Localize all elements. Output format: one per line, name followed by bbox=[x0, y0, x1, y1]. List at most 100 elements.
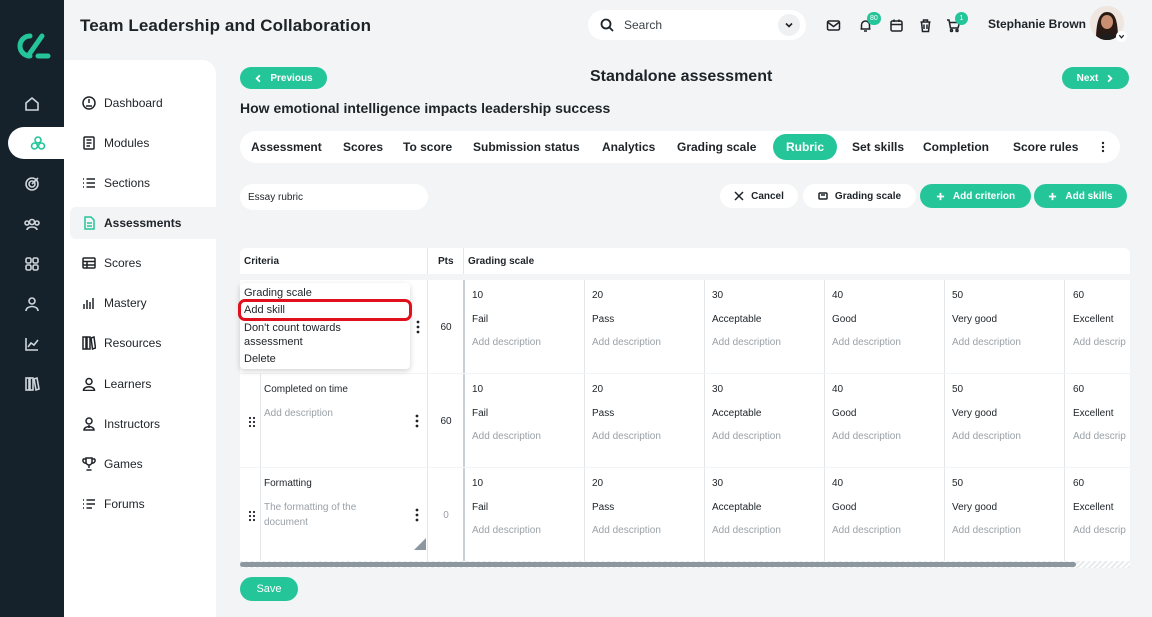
scale-description[interactable]: Add descrip bbox=[1073, 337, 1126, 348]
scale-cell[interactable]: 30 Acceptable Add description bbox=[704, 374, 824, 467]
search-box[interactable]: Search bbox=[588, 10, 806, 40]
cancel-button[interactable]: Cancel bbox=[720, 184, 798, 208]
rail-library-icon[interactable] bbox=[0, 368, 64, 400]
drag-handle-icon[interactable] bbox=[248, 416, 256, 428]
app-logo[interactable] bbox=[12, 30, 52, 62]
scale-cell[interactable]: 50 Very good Add description bbox=[944, 374, 1064, 467]
scale-description[interactable]: Add description bbox=[952, 431, 1021, 442]
rail-home-icon[interactable] bbox=[0, 88, 64, 120]
tab-analytics[interactable]: Analytics bbox=[602, 131, 655, 163]
scale-description[interactable]: Add description bbox=[712, 337, 781, 348]
rail-target-icon[interactable] bbox=[0, 168, 64, 200]
tab-grading-scale[interactable]: Grading scale bbox=[677, 131, 756, 163]
rubric-name-input[interactable] bbox=[240, 184, 428, 210]
criterion-points[interactable]: 60 bbox=[428, 322, 464, 333]
scale-description[interactable]: Add description bbox=[712, 431, 781, 442]
grading-scale-button[interactable]: Grading scale bbox=[803, 184, 916, 208]
criterion-name[interactable]: Formatting bbox=[264, 478, 312, 489]
horizontal-scrollbar[interactable] bbox=[240, 561, 1130, 568]
more-vertical-icon[interactable] bbox=[1095, 139, 1111, 155]
scrollbar-thumb[interactable] bbox=[240, 562, 1076, 567]
sidebar-item-forums[interactable]: Forums bbox=[70, 488, 216, 520]
scale-description[interactable]: Add description bbox=[832, 337, 901, 348]
calendar-icon[interactable] bbox=[889, 18, 904, 33]
sidebar-item-mastery[interactable]: Mastery bbox=[70, 287, 216, 319]
previous-button[interactable]: Previous bbox=[240, 67, 327, 89]
scale-cell[interactable]: 10 Fail Add description bbox=[464, 468, 584, 561]
tab-assessment[interactable]: Assessment bbox=[251, 131, 322, 163]
menu-item-dont-count[interactable]: Don't count towards assessment bbox=[244, 321, 394, 349]
scale-cell[interactable]: 50 Very good Add description bbox=[944, 468, 1064, 561]
add-skills-button[interactable]: Add skills bbox=[1034, 184, 1127, 208]
scale-description[interactable]: Add descrip bbox=[1073, 525, 1126, 536]
criterion-points[interactable]: 60 bbox=[428, 416, 464, 427]
scale-cell[interactable]: 20 Pass Add description bbox=[584, 468, 704, 561]
save-button[interactable]: Save bbox=[240, 577, 298, 601]
search-placeholder[interactable]: Search bbox=[624, 18, 662, 32]
scale-cell[interactable]: 50 Very good Add description bbox=[944, 280, 1064, 373]
scale-cell[interactable]: 10 Fail Add description bbox=[464, 374, 584, 467]
scale-cell[interactable]: 40 Good Add description bbox=[824, 468, 944, 561]
resize-handle-icon[interactable] bbox=[414, 538, 426, 550]
scale-cell[interactable]: 60 Excellent Add descrip bbox=[1065, 280, 1130, 373]
scale-description[interactable]: Add description bbox=[952, 525, 1021, 536]
tab-completion[interactable]: Completion bbox=[923, 131, 989, 163]
chevron-down-icon[interactable] bbox=[1116, 31, 1127, 42]
sidebar-item-dashboard[interactable]: Dashboard bbox=[70, 87, 216, 119]
criterion-description[interactable]: Add description bbox=[264, 406, 384, 421]
scale-cell[interactable]: 40 Good Add description bbox=[824, 374, 944, 467]
scale-description[interactable]: Add description bbox=[472, 431, 541, 442]
trash-icon[interactable] bbox=[918, 18, 933, 33]
sidebar-item-scores[interactable]: Scores bbox=[70, 247, 216, 279]
rail-analytics-icon[interactable] bbox=[0, 328, 64, 360]
scale-cell[interactable]: 30 Acceptable Add description bbox=[704, 468, 824, 561]
mail-icon[interactable] bbox=[826, 18, 841, 33]
scale-description[interactable]: Add description bbox=[832, 431, 901, 442]
tab-submission-status[interactable]: Submission status bbox=[473, 131, 580, 163]
tab-to-score[interactable]: To score bbox=[403, 131, 452, 163]
rail-profile-icon[interactable] bbox=[0, 288, 64, 320]
scale-cell[interactable]: 10 Fail Add description bbox=[464, 280, 584, 373]
scale-description[interactable]: Add descrip bbox=[1073, 431, 1126, 442]
more-vertical-icon[interactable] bbox=[415, 320, 421, 334]
tab-score-rules[interactable]: Score rules bbox=[1013, 131, 1078, 163]
tab-rubric[interactable]: Rubric bbox=[773, 134, 838, 160]
sidebar-item-games[interactable]: Games bbox=[70, 448, 216, 480]
criterion-points[interactable]: 0 bbox=[428, 510, 464, 521]
more-vertical-icon[interactable] bbox=[414, 414, 420, 428]
scale-cell[interactable]: 30 Acceptable Add description bbox=[704, 280, 824, 373]
scale-description[interactable]: Add description bbox=[712, 525, 781, 536]
criterion-name[interactable]: Completed on time bbox=[264, 384, 348, 395]
criterion-description[interactable]: The formatting of the document bbox=[264, 500, 384, 530]
drag-handle-icon[interactable] bbox=[248, 510, 256, 522]
scale-description[interactable]: Add description bbox=[592, 431, 661, 442]
tab-scores[interactable]: Scores bbox=[343, 131, 383, 163]
menu-item-grading-scale[interactable]: Grading scale bbox=[244, 287, 312, 299]
scale-description[interactable]: Add description bbox=[832, 525, 901, 536]
sidebar-item-resources[interactable]: Resources bbox=[70, 327, 216, 359]
scale-cell[interactable]: 60 Excellent Add descrip bbox=[1065, 468, 1130, 561]
user-name[interactable]: Stephanie Brown bbox=[988, 17, 1086, 31]
scale-cell[interactable]: 20 Pass Add description bbox=[584, 374, 704, 467]
scale-description[interactable]: Add description bbox=[472, 525, 541, 536]
scale-description[interactable]: Add description bbox=[592, 525, 661, 536]
chevron-down-icon[interactable] bbox=[778, 14, 800, 36]
rail-groups-icon[interactable] bbox=[0, 208, 64, 240]
sidebar-item-learners[interactable]: Learners bbox=[70, 368, 216, 400]
tab-set-skills[interactable]: Set skills bbox=[852, 131, 904, 163]
scale-description[interactable]: Add description bbox=[952, 337, 1021, 348]
next-button[interactable]: Next bbox=[1062, 67, 1129, 89]
sidebar-item-assessments[interactable]: Assessments bbox=[70, 207, 216, 239]
sidebar-item-modules[interactable]: Modules bbox=[70, 127, 216, 159]
more-vertical-icon[interactable] bbox=[414, 508, 420, 522]
sidebar-item-instructors[interactable]: Instructors bbox=[70, 408, 216, 440]
sidebar-item-sections[interactable]: Sections bbox=[70, 167, 216, 199]
rail-apps-icon[interactable] bbox=[0, 248, 64, 280]
rail-courses-icon[interactable] bbox=[8, 127, 68, 159]
scale-cell[interactable]: 60 Excellent Add descrip bbox=[1065, 374, 1130, 467]
scale-cell[interactable]: 40 Good Add description bbox=[824, 280, 944, 373]
add-criterion-button[interactable]: Add criterion bbox=[920, 184, 1031, 208]
scale-cell[interactable]: 20 Pass Add description bbox=[584, 280, 704, 373]
scale-description[interactable]: Add description bbox=[472, 337, 541, 348]
scale-description[interactable]: Add description bbox=[592, 337, 661, 348]
